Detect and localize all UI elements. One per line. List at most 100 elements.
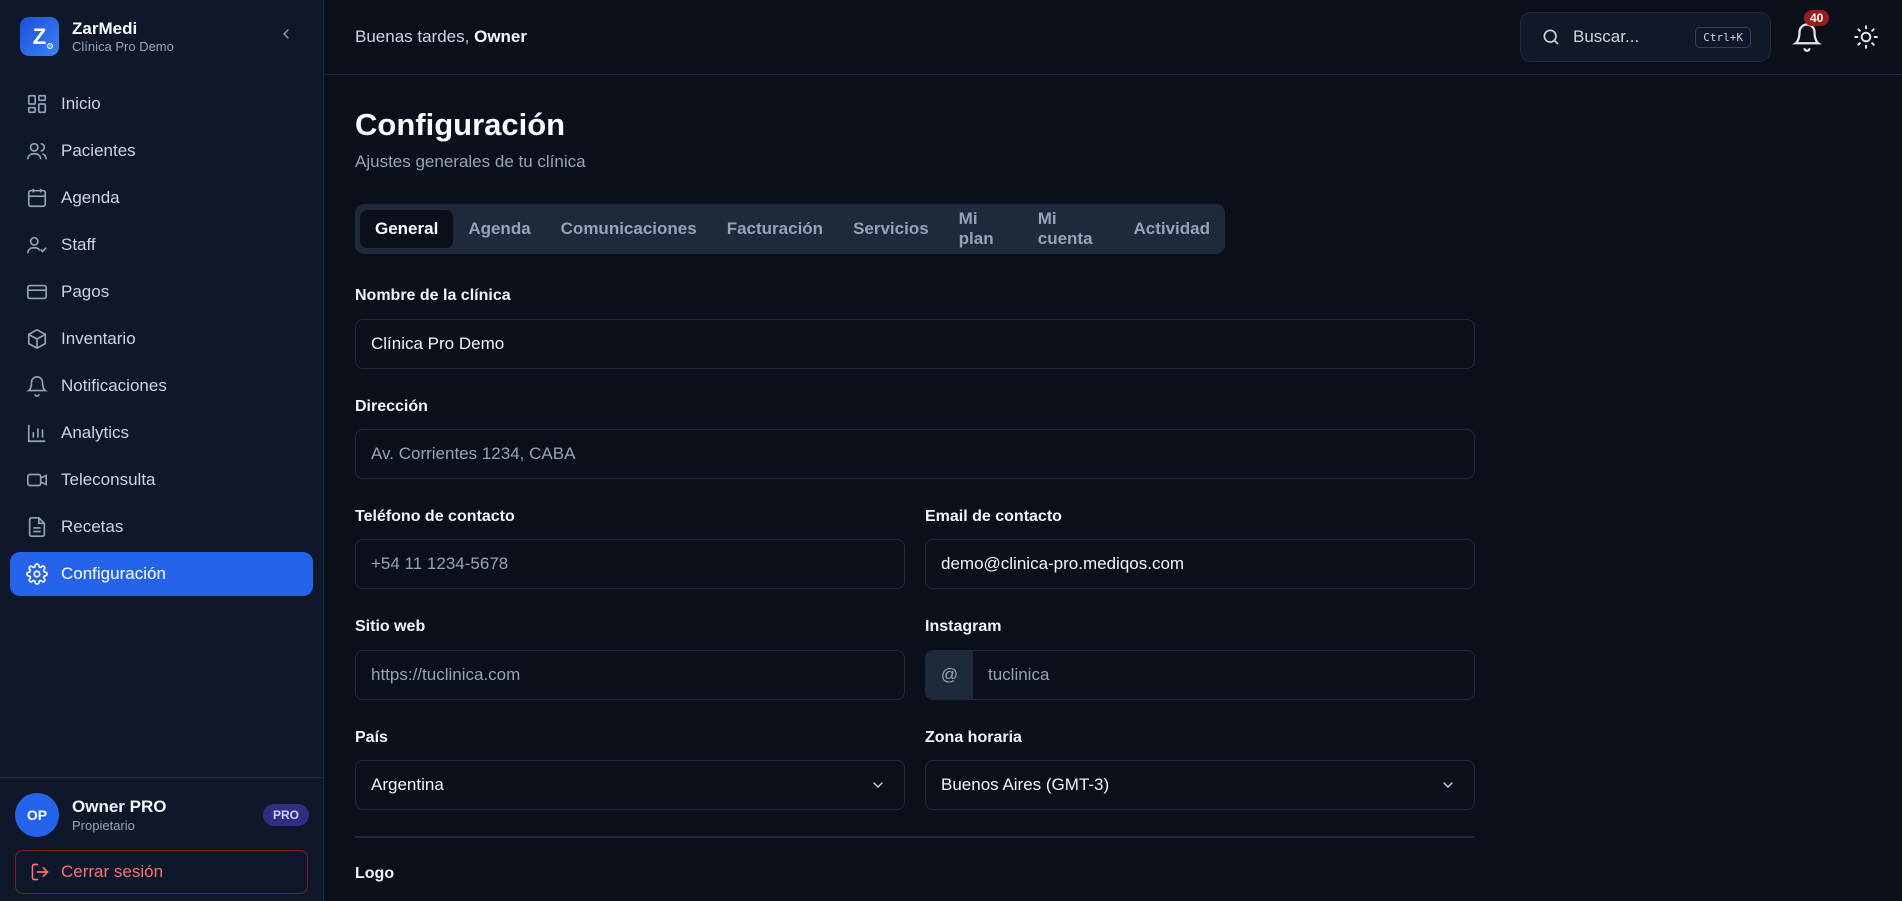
instagram-placeholder: tuclinica (988, 665, 1050, 684)
greeting-name: Owner (474, 27, 527, 46)
search-icon (1543, 29, 1559, 45)
brand-subtitle: Clínica Pro Demo (72, 38, 174, 54)
sidebar-item-label: Recetas (61, 517, 124, 536)
tab-servicios[interactable]: Servicios (838, 210, 944, 248)
sidebar-item-pacientes[interactable]: Pacientes (10, 129, 313, 173)
credit-card-icon (27, 284, 47, 300)
sidebar-footer: OP Owner PRO Propietario PRO Cerrar sesi… (0, 777, 324, 901)
email-label: Email de contacto (925, 508, 1062, 525)
sidebar-item-label: Agenda (61, 188, 120, 207)
sidebar-item-label: Teleconsulta (61, 470, 156, 489)
instagram-at-prefix: @ (926, 651, 973, 699)
clinic-name-input[interactable]: Clínica Pro Demo (355, 319, 1475, 369)
chevron-down-icon (1443, 782, 1453, 788)
timezone-label: Zona horaria (925, 729, 1022, 746)
notifications-bell-icon[interactable] (1792, 22, 1822, 52)
sidebar-item-notificaciones[interactable]: Notificaciones (10, 364, 313, 408)
sidebar-item-label: Pacientes (61, 141, 136, 160)
bell-icon (26, 376, 48, 397)
user-name: Owner PRO (72, 796, 167, 816)
chevron-down-icon (873, 782, 883, 788)
tab-actividad[interactable]: Actividad (1118, 210, 1225, 248)
users-icon (27, 142, 47, 160)
website-input[interactable]: https://tuclinica.com (355, 650, 905, 700)
page-subtitle: Ajustes generales de tu clínica (355, 152, 586, 171)
timezone-select[interactable]: Buenos Aires (GMT-3) (925, 760, 1475, 810)
logout-label: Cerrar sesión (61, 862, 164, 881)
user-profile[interactable]: OP Owner PRO Propietario PRO (15, 793, 309, 837)
sun-icon[interactable] (1853, 24, 1879, 50)
sidebar-item-inicio[interactable]: Inicio (10, 82, 313, 126)
brand[interactable]: Z ZarMedi Clínica Pro Demo (20, 17, 174, 56)
notification-count-badge: 40 (1804, 10, 1830, 26)
sidebar-item-label: Inicio (61, 94, 101, 113)
sidebar-item-label: Notificaciones (61, 376, 167, 395)
bar-chart-icon (27, 424, 46, 443)
logout-button[interactable]: Cerrar sesión (15, 850, 308, 894)
email-input[interactable]: demo@clinica-pro.mediqos.com (925, 539, 1475, 589)
sidebar-nav: Inicio Pacientes Agenda Staff Pagos Inve… (10, 82, 313, 599)
sidebar-item-label: Analytics (61, 423, 130, 442)
dashboard-icon (27, 94, 47, 114)
brand-logo-letter: Z (32, 23, 47, 49)
search-input[interactable]: Buscar... Ctrl+K (1520, 12, 1771, 62)
country-value: Argentina (371, 775, 444, 794)
search-shortcut: Ctrl+K (1695, 26, 1751, 48)
chevron-left-icon (283, 29, 289, 39)
tab-facturacion[interactable]: Facturación (712, 210, 838, 248)
tab-mi-plan[interactable]: Mi plan (944, 209, 1023, 248)
sidebar-item-inventario[interactable]: Inventario (10, 317, 313, 361)
tab-general[interactable]: General (360, 210, 454, 248)
tab-comunicaciones[interactable]: Comunicaciones (546, 210, 712, 248)
address-placeholder: Av. Corrientes 1234, CABA (371, 444, 576, 463)
box-icon (27, 328, 47, 350)
section-divider (355, 836, 1475, 838)
email-value: demo@clinica-pro.mediqos.com (941, 554, 1185, 573)
settings-tabs: General Agenda Comunicaciones Facturació… (355, 204, 1225, 254)
sidebar-item-configuracion[interactable]: Configuración (10, 552, 313, 596)
instagram-input[interactable]: @ tuclinica (925, 650, 1475, 700)
collapse-sidebar-button[interactable] (276, 24, 296, 44)
website-placeholder: https://tuclinica.com (371, 665, 521, 684)
gear-icon (26, 563, 48, 585)
logo-label: Logo (355, 865, 395, 882)
logout-icon (31, 863, 49, 881)
brand-logo: Z (20, 17, 59, 56)
user-role: Propietario (72, 817, 135, 833)
sidebar-item-analytics[interactable]: Analytics (10, 411, 313, 455)
top-header: Buenas tardes, Owner Buscar... Ctrl+K 40 (325, 0, 1902, 75)
sidebar-item-label: Pagos (61, 282, 110, 301)
sidebar-item-recetas[interactable]: Recetas (10, 505, 313, 549)
sidebar-item-label: Configuración (61, 564, 166, 583)
greeting-prefix: Buenas tardes, (355, 27, 470, 46)
phone-input[interactable]: +54 11 1234-5678 (355, 539, 905, 589)
sidebar: Z ZarMedi Clínica Pro Demo Inicio Pacien… (0, 0, 324, 901)
tab-agenda[interactable]: Agenda (453, 210, 545, 248)
phone-placeholder: +54 11 1234-5678 (371, 554, 509, 573)
address-input[interactable]: Av. Corrientes 1234, CABA (355, 429, 1475, 479)
sidebar-item-label: Inventario (61, 329, 136, 348)
file-text-icon (28, 517, 46, 537)
address-label: Dirección (355, 398, 428, 415)
timezone-value: Buenos Aires (GMT-3) (941, 775, 1110, 794)
video-icon (27, 473, 47, 487)
plan-badge: PRO (262, 804, 309, 826)
user-check-icon (27, 236, 47, 254)
instagram-label: Instagram (925, 618, 1002, 635)
greeting: Buenas tardes, Owner (355, 27, 527, 47)
calendar-icon (27, 188, 47, 208)
country-label: País (355, 729, 388, 746)
tab-mi-cuenta[interactable]: Mi cuenta (1023, 209, 1119, 248)
sidebar-item-label: Staff (61, 235, 96, 254)
phone-label: Teléfono de contacto (355, 508, 515, 525)
sidebar-item-agenda[interactable]: Agenda (10, 176, 313, 220)
clinic-name-label: Nombre de la clínica (355, 287, 511, 304)
country-select[interactable]: Argentina (355, 760, 905, 810)
page-title: Configuración (355, 107, 566, 142)
sidebar-item-teleconsulta[interactable]: Teleconsulta (10, 458, 313, 502)
search-placeholder: Buscar... (1573, 27, 1640, 46)
clinic-name-value: Clínica Pro Demo (371, 334, 505, 353)
website-label: Sitio web (355, 618, 426, 635)
sidebar-item-staff[interactable]: Staff (10, 223, 313, 267)
sidebar-item-pagos[interactable]: Pagos (10, 270, 313, 314)
